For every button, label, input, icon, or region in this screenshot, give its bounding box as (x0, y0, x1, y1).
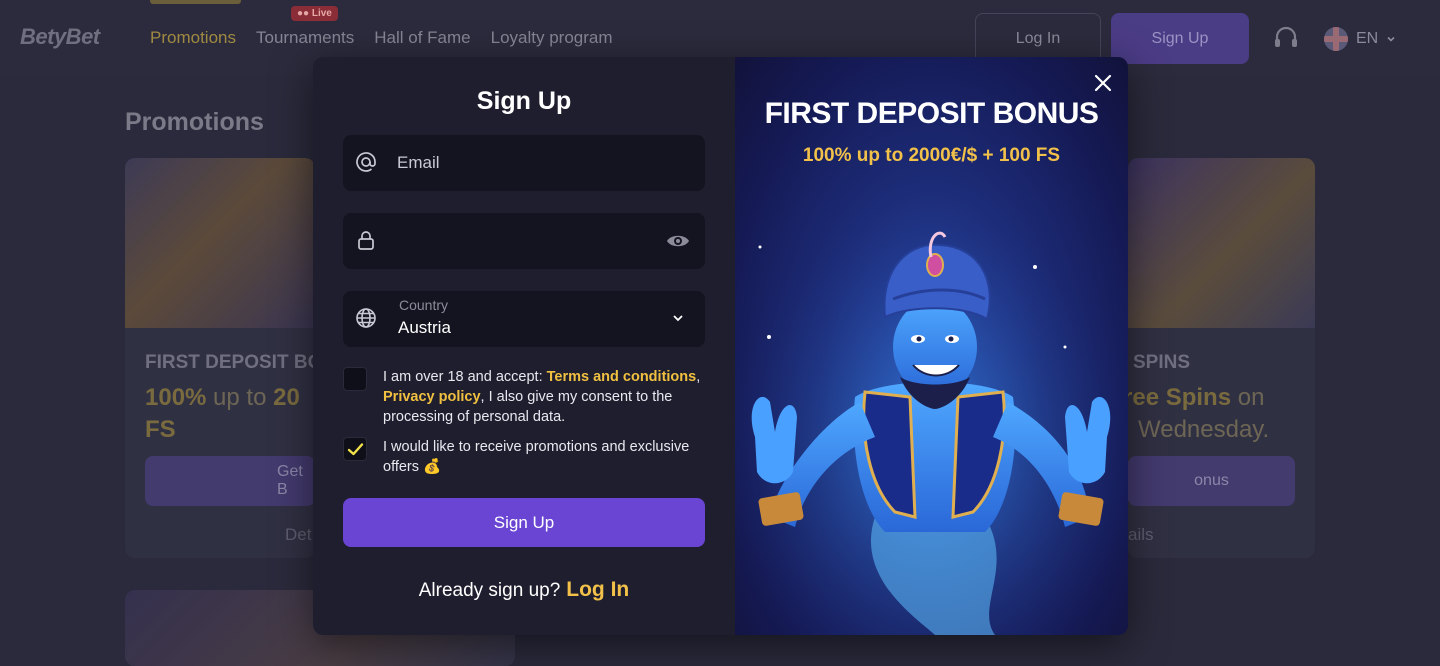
password-input[interactable] (397, 213, 657, 269)
email-input[interactable] (397, 135, 657, 191)
header-login-label: Log In (1015, 29, 1061, 47)
promo-optin-checkbox[interactable] (343, 437, 367, 461)
promo-card-image (1128, 158, 1315, 328)
terms-consent-text: I am over 18 and accept: Terms and condi… (383, 367, 705, 427)
terms-checkbox[interactable] (343, 367, 367, 391)
promo-card-details-link[interactable]: Det (285, 525, 311, 545)
terms-consent-row: I am over 18 and accept: Terms and condi… (343, 367, 705, 427)
at-sign-icon (356, 152, 376, 172)
promo-card-sub-text: up to (206, 384, 274, 411)
promo-card-sub-text: on (1231, 384, 1265, 411)
main-nav: Promotions Tournaments Hall of Fame Loya… (150, 28, 613, 48)
privacy-policy-link[interactable]: Privacy policy (383, 389, 481, 405)
promo-card-sub-line2: Wednesday. (1138, 416, 1270, 443)
country-value: Austria (398, 318, 451, 337)
promo-card-heading: FIRST DEPOSIT BO (145, 352, 315, 373)
chevron-down-icon (1387, 36, 1395, 42)
promo-card-button-label: onus (1194, 472, 1229, 489)
promo-card-get-bonus-button[interactable]: onus (1128, 456, 1295, 506)
promo-card-details-link[interactable]: ails (1128, 525, 1154, 545)
bonus-title: FIRST DEPOSIT BONUS (764, 97, 1099, 130)
nav-item-loyalty[interactable]: Loyalty program (491, 28, 613, 48)
email-field[interactable] (343, 135, 705, 191)
login-link[interactable]: Log In (566, 578, 629, 601)
promo-optin-row: I would like to receive promotions and e… (343, 437, 705, 477)
bonus-subtitle: 100% up to 2000€/$ + 100 FS (802, 145, 1061, 166)
promo-card-button-label: Get B (277, 463, 303, 498)
chevron-down-icon (673, 315, 683, 322)
globe-icon (356, 308, 376, 328)
active-nav-indicator (150, 0, 241, 4)
uk-flag-icon (1324, 27, 1348, 51)
headset-icon[interactable] (1272, 24, 1300, 52)
country-select[interactable]: Country Austria (343, 291, 705, 347)
promo-optin-text: I would like to receive promotions and e… (383, 439, 690, 475)
logo-text: BetyBet (20, 24, 100, 49)
eye-icon[interactable] (665, 230, 691, 252)
signup-submit-label: Sign Up (493, 512, 555, 532)
terms-prefix: I am over 18 and accept: (383, 369, 547, 385)
live-badge: ●● Live (291, 6, 338, 21)
terms-link[interactable]: Terms and conditions (547, 369, 697, 385)
nav-item-hall-of-fame[interactable]: Hall of Fame (374, 28, 470, 48)
nav-item-tournaments[interactable]: Tournaments (256, 28, 354, 48)
promo-card-sub-bold: ree Spins (1128, 384, 1232, 411)
promo-card-sub-bold: 100% (145, 384, 207, 411)
signup-form: Sign Up Email Country Austria I am over … (313, 57, 735, 635)
language-label: EN (1356, 30, 1379, 47)
page-title: Promotions (125, 108, 264, 136)
site-logo[interactable]: BetyBet (20, 24, 100, 50)
header-signup-label: Sign Up (1151, 29, 1209, 47)
bonus-banner: FIRST DEPOSIT BONUS 100% up to 2000€/$ +… (735, 57, 1128, 635)
close-icon[interactable] (1094, 74, 1112, 92)
promo-card-subtitle: 100% up to 20 FS (145, 382, 300, 446)
nav-item-promotions[interactable]: Promotions (150, 28, 236, 48)
promo-card-get-bonus-button[interactable]: Get B (145, 456, 315, 506)
promo-card-sub-line2: FS (145, 416, 176, 443)
country-label: Country (399, 297, 449, 313)
lock-icon (358, 231, 374, 250)
login-prompt-text: Already sign up? (418, 580, 561, 601)
language-selector[interactable]: EN (1324, 27, 1396, 51)
genie-illustration (735, 187, 1128, 635)
live-dot-icon: ●● (297, 8, 312, 19)
password-field[interactable] (343, 213, 705, 269)
signup-title: Sign Up (476, 87, 572, 115)
promo-card-subtitle: ree Spins on Wednesday. (1128, 382, 1269, 446)
signup-modal: Sign Up Email Country Austria I am over … (313, 57, 1128, 635)
signup-submit-button[interactable]: Sign Up (343, 498, 705, 547)
promo-card-sub-bold2: 20 (273, 384, 300, 411)
header-signup-button[interactable]: Sign Up (1111, 13, 1249, 64)
terms-separator: , (696, 369, 701, 385)
live-badge-label: Live (311, 8, 332, 19)
promo-card-free-spins: SPINS ree Spins on Wednesday. onus ails (1128, 158, 1315, 558)
login-prompt: Already sign up? Log In (313, 578, 735, 602)
promo-card-heading: SPINS (1133, 352, 1191, 373)
promo-card-image (125, 158, 315, 328)
promo-card-first-deposit: FIRST DEPOSIT BO 100% up to 20 FS Get B … (125, 158, 315, 558)
checkmark-icon (347, 443, 364, 456)
